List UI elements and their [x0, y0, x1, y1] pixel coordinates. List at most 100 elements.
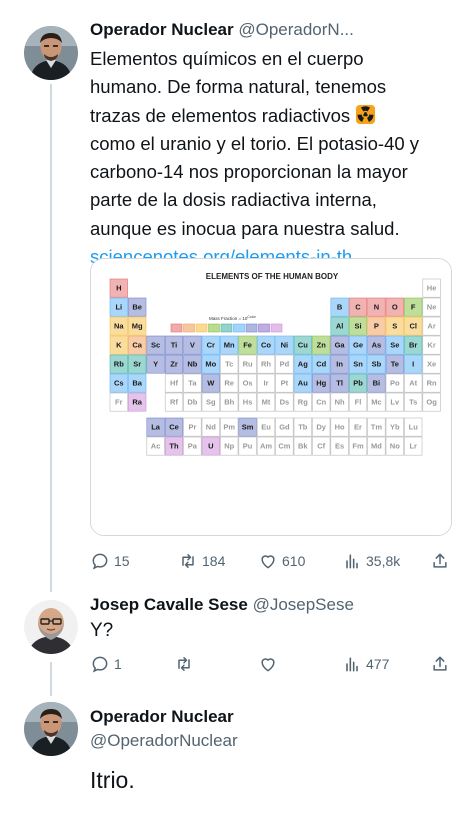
like-button[interactable]: 610 — [258, 549, 305, 573]
element-cell-Mt: Mt — [256, 392, 276, 412]
element-cell-Th: Th — [164, 436, 184, 456]
element-cell-Fe: Fe — [238, 335, 257, 355]
author-name[interactable]: Operador Nuclear — [90, 707, 234, 726]
author-line: Josep Cavalle Sese @JosepSese — [90, 595, 354, 615]
tweet-body: Elementos químicos en el cuerpo humano. … — [90, 45, 419, 271]
element-symbol: Os — [243, 379, 253, 388]
element-symbol: Al — [336, 322, 344, 331]
views-button[interactable]: 35,8k — [342, 549, 400, 573]
element-symbol: As — [372, 341, 382, 350]
element-symbol: C — [355, 303, 361, 312]
element-symbol: Ce — [169, 423, 179, 432]
element-symbol: Cu — [298, 341, 308, 350]
element-cell-Ni: Ni — [275, 335, 294, 355]
share-button[interactable] — [430, 652, 450, 676]
share-icon — [433, 656, 447, 671]
element-cell-Rf: Rf — [164, 392, 184, 412]
element-symbol: Mn — [224, 341, 235, 350]
element-symbol: Fe — [243, 341, 252, 350]
element-cell-Ga: Ga — [330, 335, 349, 355]
avatar-photo-bald-man-icon — [24, 600, 78, 654]
element-symbol: Na — [114, 322, 124, 331]
like-button[interactable] — [258, 652, 282, 676]
element-cell-Te: Te — [385, 354, 404, 374]
retweet-button[interactable]: 184 — [178, 549, 225, 573]
avatar[interactable] — [24, 702, 78, 756]
tweet-media-image[interactable]: ELEMENTS OF THE HUMAN BODY Mass Fraction… — [90, 258, 452, 536]
element-symbol: Ra — [132, 398, 142, 407]
retweet-button[interactable] — [174, 652, 198, 676]
element-cell-In: In — [330, 354, 349, 374]
element-symbol: Ti — [171, 341, 178, 350]
reply-button[interactable]: 15 — [90, 549, 130, 573]
element-cell-Cr: Cr — [201, 335, 220, 355]
tweet-line: parte de la dosis radiactiva interna, — [90, 189, 377, 211]
image-title: ELEMENTS OF THE HUMAN BODY — [206, 272, 339, 281]
retweet-count: 184 — [202, 553, 226, 569]
element-cell-Tl: Tl — [330, 373, 349, 393]
element-symbol: Hf — [170, 379, 178, 388]
element-cell-Ac: Ac — [146, 436, 165, 456]
element-cell-Pt: Pt — [275, 373, 294, 393]
element-symbol: Xe — [427, 360, 436, 369]
element-symbol: Kr — [427, 341, 435, 350]
heart-icon — [261, 555, 275, 569]
element-cell-Eu: Eu — [256, 417, 276, 437]
reply-button[interactable]: 1 — [90, 652, 122, 676]
share-button[interactable] — [430, 549, 450, 573]
element-cell-Mn: Mn — [220, 335, 239, 355]
element-symbol: Li — [115, 303, 122, 312]
element-symbol: Be — [132, 303, 142, 312]
element-symbol: Ga — [335, 341, 346, 350]
element-symbol: Mg — [132, 322, 143, 331]
legend-swatch — [245, 323, 258, 333]
element-cell-Ca: Ca — [128, 335, 147, 355]
element-cell-Co: Co — [256, 335, 276, 355]
element-cell-Db: Db — [183, 392, 202, 412]
element-cell-Mc: Mc — [367, 392, 386, 412]
element-symbol: Lr — [409, 442, 417, 451]
element-cell-Am: Am — [256, 436, 276, 456]
views-count: 35,8k — [366, 553, 401, 569]
element-symbol: I — [412, 360, 414, 369]
reply-icon — [92, 553, 108, 570]
author-name[interactable]: Operador Nuclear — [90, 20, 234, 39]
element-symbol: F — [411, 303, 416, 312]
author-handle[interactable]: @JosepSese — [253, 595, 354, 614]
element-cell-Sc: Sc — [146, 335, 165, 355]
element-symbol: Zn — [317, 341, 327, 350]
radioactive-emoji-icon — [355, 104, 376, 125]
element-cell-Tb: Tb — [293, 417, 312, 437]
element-cell-Ce: Ce — [164, 417, 184, 437]
element-symbol: Au — [298, 379, 308, 388]
element-symbol: Ru — [243, 360, 253, 369]
element-cell-Rn: Rn — [422, 373, 441, 393]
avatar[interactable] — [24, 600, 78, 654]
heart-icon — [261, 658, 275, 672]
element-cell-Zr: Zr — [164, 354, 184, 374]
element-cell-Sm: Sm — [238, 417, 257, 437]
element-symbol: In — [336, 360, 343, 369]
views-count: 477 — [366, 656, 390, 672]
element-cell-Ru: Ru — [238, 354, 257, 374]
element-cell-O: O — [385, 297, 404, 317]
element-cell-Cd: Cd — [312, 354, 331, 374]
element-cell-Lr: Lr — [404, 436, 423, 456]
avatar[interactable] — [24, 26, 78, 80]
element-cell-Bh: Bh — [220, 392, 239, 412]
views-button[interactable]: 477 — [342, 652, 389, 676]
author-name[interactable]: Josep Cavalle Sese — [90, 595, 248, 614]
element-symbol: Ac — [151, 442, 161, 451]
element-cell-Os: Os — [238, 373, 257, 393]
element-cell-La: La — [146, 417, 165, 437]
element-symbol: Ta — [188, 379, 197, 388]
element-cell-Ti: Ti — [164, 335, 184, 355]
element-cell-Sn: Sn — [348, 354, 368, 374]
element-cell-Tm: Tm — [367, 417, 386, 437]
element-symbol: Np — [224, 442, 234, 451]
author-handle[interactable]: @OperadorN... — [238, 20, 354, 39]
legend-label-superscript: Color — [247, 315, 256, 319]
element-symbol: Pa — [188, 442, 198, 451]
author-handle[interactable]: @OperadorNuclear — [90, 731, 238, 750]
element-symbol: Mc — [371, 398, 381, 407]
